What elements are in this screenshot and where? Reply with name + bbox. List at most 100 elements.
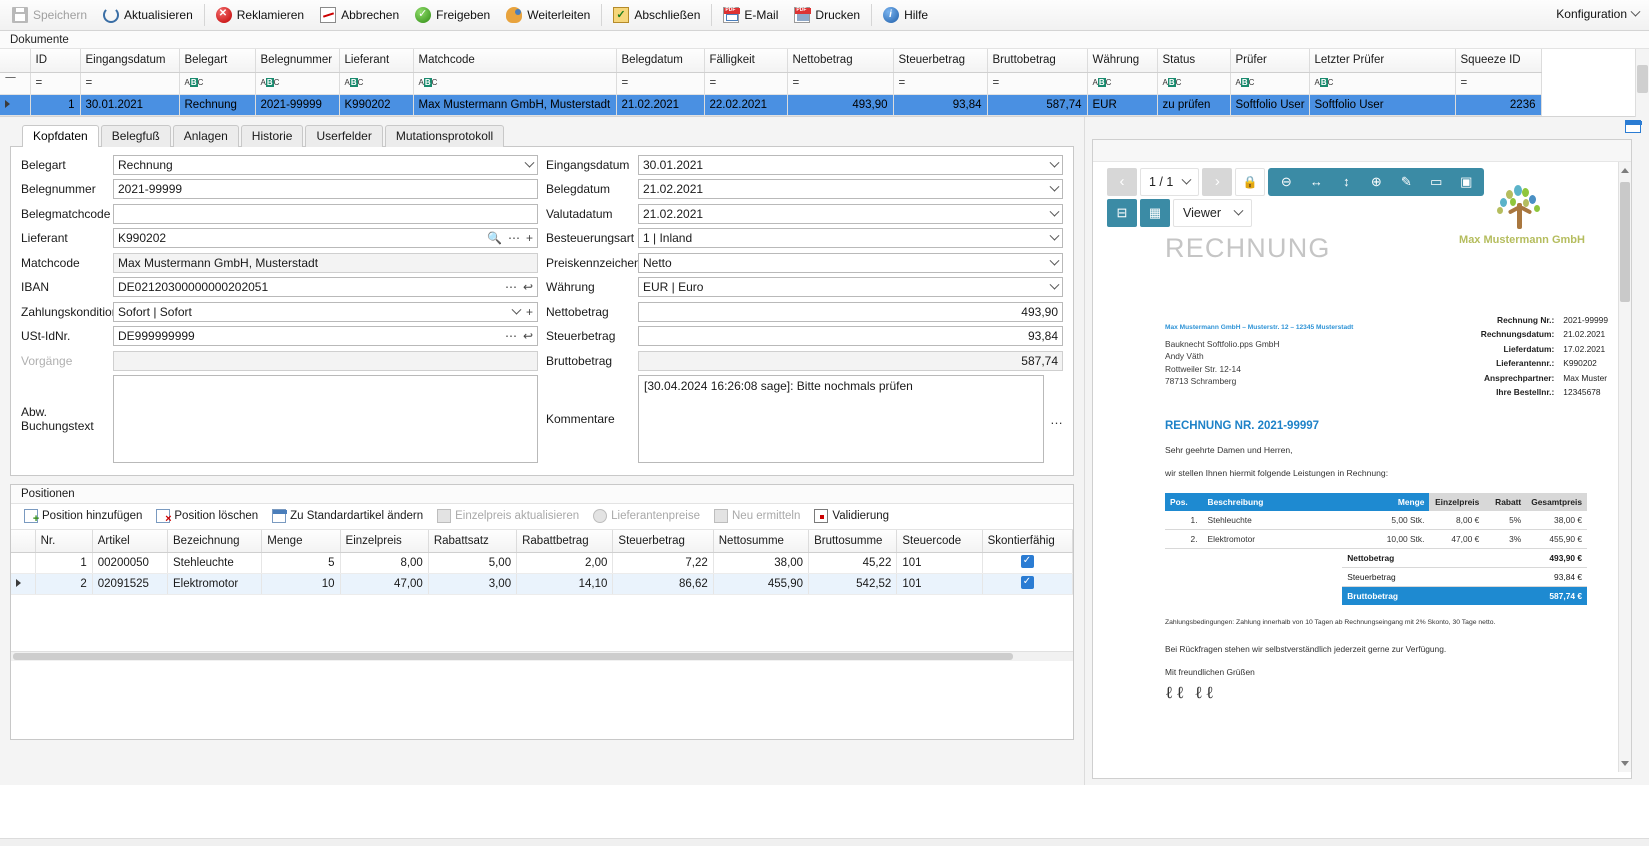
filter-nettobetrag[interactable]: =	[787, 72, 894, 95]
validation-button[interactable]: Validierung	[807, 509, 896, 523]
grid-view-icon[interactable]: ▦	[1140, 198, 1170, 227]
col-header-waehrung[interactable]: Währung	[1087, 49, 1158, 73]
stamp-icon[interactable]: ▣	[1452, 168, 1480, 196]
toolbar-button-reklamieren[interactable]: Reklamieren	[208, 3, 312, 28]
tab-historie[interactable]: Historie	[240, 124, 304, 147]
zoom-in-icon[interactable]: ⊕	[1362, 168, 1390, 196]
belegnummer-input[interactable]: 2021-99999	[113, 179, 538, 199]
search-icon[interactable]: 🔍	[487, 231, 502, 245]
col-header-letzter-pruefer[interactable]: Letzter Prüfer	[1309, 49, 1456, 73]
kommentare-textarea[interactable]: [30.04.2024 16:26:08 sage]: Bitte nochma…	[638, 375, 1044, 463]
valutadatum-combo[interactable]: 21.02.2021	[638, 203, 1063, 224]
positions-horizontal-scrollbar[interactable]	[11, 651, 1073, 661]
undo-icon[interactable]: ↩	[523, 280, 533, 294]
scrollbar-thumb[interactable]	[1620, 181, 1630, 302]
col-header-belegdatum[interactable]: Belegdatum	[616, 49, 705, 73]
pos-col-artikel[interactable]: Artikel	[92, 529, 169, 553]
fit-width-icon[interactable]: ↔	[1302, 168, 1330, 196]
col-header-belegnummer[interactable]: Belegnummer	[255, 49, 340, 73]
col-header-squeeze-id[interactable]: Squeeze ID	[1455, 49, 1542, 73]
pos-col-rabattsatz[interactable]: Rabattsatz	[428, 529, 518, 553]
documents-grid-scrollbar[interactable]	[1635, 49, 1649, 118]
chevron-down-icon[interactable]	[1235, 206, 1242, 220]
waehrung-combo[interactable]: EUR | Euro	[638, 277, 1063, 297]
viewer-mode-select[interactable]: Viewer	[1173, 198, 1252, 227]
checkbox-checked[interactable]	[1020, 574, 1034, 589]
toolbar-button-email[interactable]: E-Mail	[715, 3, 786, 28]
pos-col-nr[interactable]: Nr.	[35, 529, 93, 553]
col-header-lieferant[interactable]: Lieferant	[339, 49, 414, 73]
col-header-matchcode[interactable]: Matchcode	[413, 49, 617, 73]
toolbar-button-speichern[interactable]: Speichern	[4, 3, 95, 28]
toolbar-button-freigeben[interactable]: Freigeben	[407, 3, 498, 28]
scrollbar-thumb[interactable]	[1637, 65, 1648, 93]
toolbar-button-aktualisieren[interactable]: Aktualisieren	[95, 3, 201, 28]
tab-userfelder[interactable]: Userfelder	[305, 124, 383, 147]
filter-funnel-cell[interactable]	[0, 72, 31, 95]
maximize-viewer-icon[interactable]	[1625, 119, 1642, 133]
more-options-icon[interactable]: ⋯	[505, 280, 517, 294]
belegart-combo[interactable]: Rechnung	[113, 154, 538, 175]
filter-steuerbetrag[interactable]: =	[893, 72, 988, 95]
filter-matchcode[interactable]: ABC	[413, 72, 617, 95]
preiskennzeichen-combo[interactable]: Netto	[638, 252, 1063, 273]
viewer-vertical-scrollbar[interactable]	[1618, 161, 1631, 772]
toolbar-button-abschliessen[interactable]: Abschließen	[605, 3, 708, 28]
add-position-button[interactable]: + Position hinzufügen	[17, 509, 149, 525]
filter-lieferant[interactable]: ABC	[339, 72, 414, 95]
steuerbetrag-input[interactable]: 93,84	[638, 326, 1063, 346]
toolbar-button-abbrechen[interactable]: Abbrechen	[312, 3, 407, 28]
add-icon[interactable]: +	[526, 231, 533, 245]
add-icon[interactable]: +	[526, 305, 533, 319]
filter-belegnummer[interactable]: ABC	[255, 72, 340, 95]
zoom-out-icon[interactable]: ⊖	[1272, 168, 1300, 196]
col-header-status[interactable]: Status	[1157, 49, 1231, 73]
ustidnr-input[interactable]: DE999999999 ⋯ ↩	[113, 326, 538, 346]
tab-kopfdaten[interactable]: Kopfdaten	[22, 124, 99, 147]
nettobetrag-input[interactable]: 493,90	[638, 301, 1063, 322]
previous-page-button[interactable]: ‹	[1107, 167, 1137, 196]
besteuerungsart-combo[interactable]: 1 | Inland	[638, 228, 1063, 248]
tab-mutationsprotokoll[interactable]: Mutationsprotokoll	[384, 124, 505, 147]
filter-belegdatum[interactable]: =	[616, 72, 705, 95]
note-icon[interactable]: ▭	[1422, 168, 1450, 196]
pos-col-einzelpreis[interactable]: Einzelpreis	[340, 529, 429, 553]
filter-id[interactable]: =	[30, 72, 81, 95]
col-header-id[interactable]: ID	[30, 49, 81, 73]
pos-col-nettosumme[interactable]: Nettosumme	[713, 529, 810, 553]
abw-buchungstext-textarea[interactable]	[113, 375, 538, 463]
tab-belegfuss[interactable]: Belegfuß	[100, 124, 171, 147]
pos-col-steuerbetrag[interactable]: Steuerbetrag	[612, 529, 714, 553]
lock-button[interactable]: 🔒	[1235, 167, 1266, 196]
col-header-nettobetrag[interactable]: Nettobetrag	[787, 49, 894, 73]
filter-status[interactable]: ABC	[1157, 72, 1231, 95]
page-selector[interactable]: 1 / 1	[1140, 167, 1200, 196]
scroll-down-arrow-icon[interactable]	[1621, 760, 1629, 766]
zahlungskondition-combo[interactable]: Sofort | Sofort +	[113, 301, 538, 322]
lieferant-input[interactable]: K990202 🔍 ⋯ +	[113, 228, 538, 248]
table-row[interactable]: 1 30.01.2021 Rechnung 2021-99999 K990202…	[0, 94, 1542, 116]
kommentare-more-button[interactable]: …	[1044, 375, 1063, 463]
pos-col-rabattbetrag[interactable]: Rabattbetrag	[516, 529, 614, 553]
filter-pruefer[interactable]: ABC	[1230, 72, 1310, 95]
pos-col-skontierfaehig[interactable]: Skontierfähig	[982, 529, 1074, 553]
col-header-belegart[interactable]: Belegart	[179, 49, 256, 73]
tab-anlagen[interactable]: Anlagen	[172, 124, 239, 147]
undo-icon[interactable]: ↩	[523, 329, 533, 343]
standard-article-button[interactable]: Zu Standardartikel ändern	[265, 509, 430, 523]
col-header-steuerbetrag[interactable]: Steuerbetrag	[893, 49, 988, 73]
col-header-eingangsdatum[interactable]: Eingangsdatum	[80, 49, 180, 73]
iban-input[interactable]: DE02120300000000202051 ⋯ ↩	[113, 277, 538, 297]
col-header-bruttobetrag[interactable]: Bruttobetrag	[987, 49, 1088, 73]
col-header-faelligkeit[interactable]: Fälligkeit	[704, 49, 788, 73]
more-options-icon[interactable]: ⋯	[505, 329, 517, 343]
annotate-pen-icon[interactable]: ✎	[1392, 168, 1420, 196]
table-row[interactable]: 1 00200050 Stehleuchte 5 8,00 5,00 2,00 …	[11, 552, 1074, 574]
scroll-up-arrow-icon[interactable]	[1621, 167, 1629, 173]
chevron-down-icon[interactable]	[1051, 182, 1058, 196]
pos-col-steuercode[interactable]: Steuercode	[896, 529, 983, 553]
filter-letzter-pruefer[interactable]: ABC	[1309, 72, 1456, 95]
chevron-down-icon[interactable]	[1051, 256, 1058, 270]
chevron-down-icon[interactable]	[1051, 280, 1058, 294]
chevron-down-icon[interactable]	[1051, 231, 1058, 245]
